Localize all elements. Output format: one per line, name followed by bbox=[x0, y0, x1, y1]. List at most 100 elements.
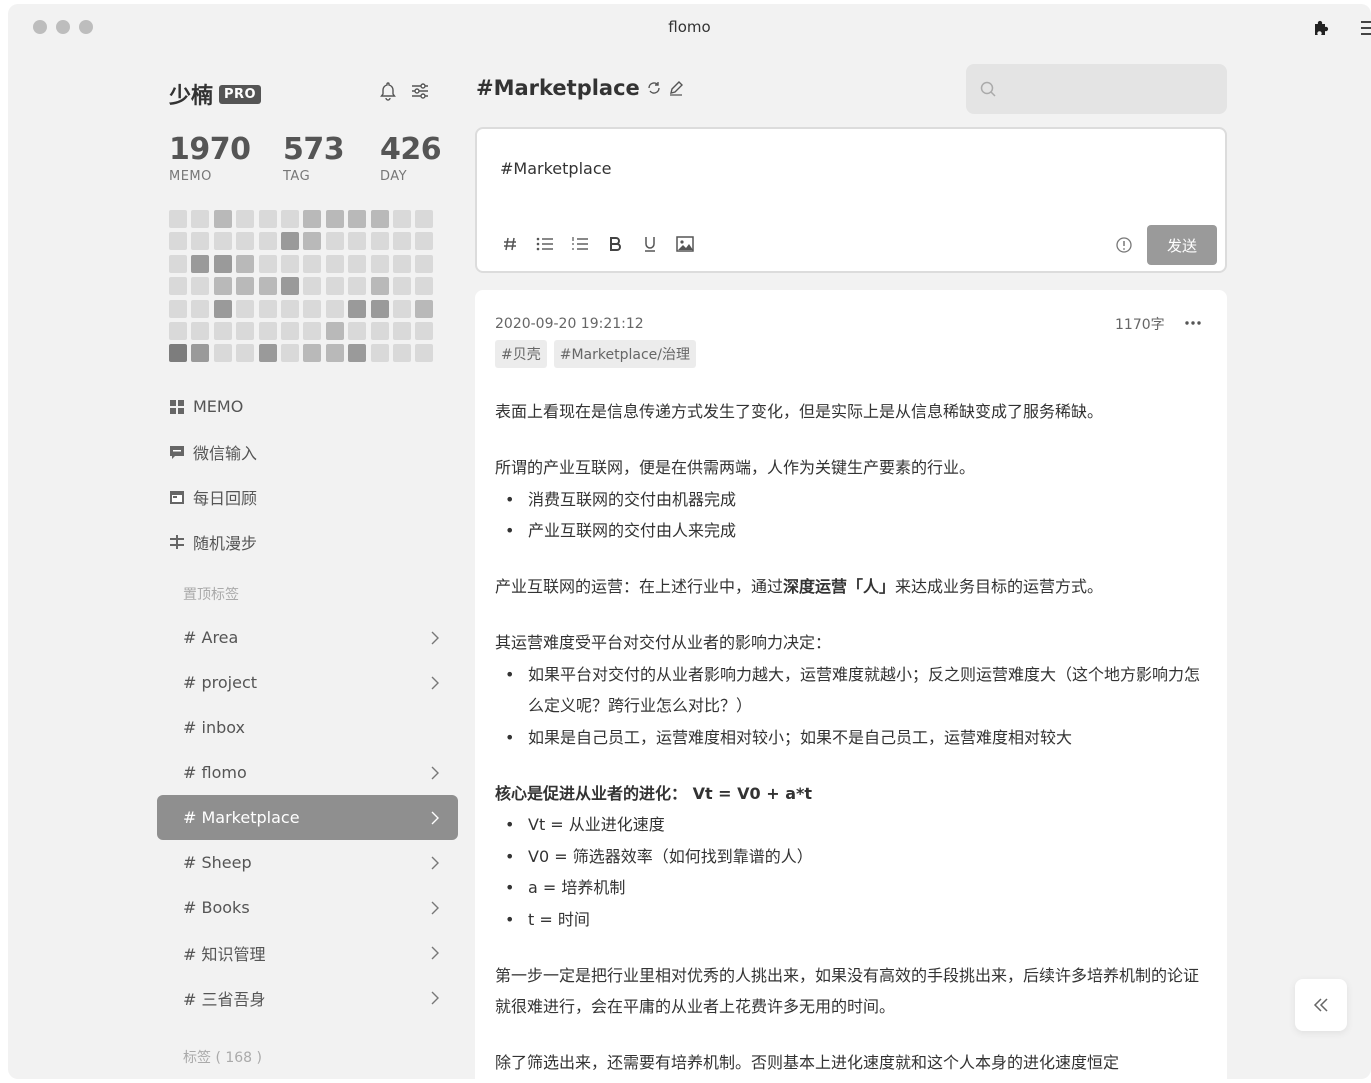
heatmap-cell[interactable] bbox=[392, 232, 411, 251]
heatmap-cell[interactable] bbox=[213, 254, 232, 273]
heatmap-cell[interactable] bbox=[213, 277, 232, 296]
heatmap-cell[interactable] bbox=[236, 344, 255, 363]
heatmap-cell[interactable] bbox=[415, 210, 434, 228]
heatmap-cell[interactable] bbox=[258, 210, 277, 228]
heatmap-cell[interactable] bbox=[325, 321, 344, 340]
heatmap-cell[interactable] bbox=[280, 254, 299, 273]
memo-editor[interactable]: #Marketplace 发送 bbox=[475, 127, 1227, 273]
heatmap-cell[interactable] bbox=[303, 321, 322, 340]
heatmap-cell[interactable] bbox=[348, 277, 367, 296]
heatmap-cell[interactable] bbox=[213, 210, 232, 228]
underline-button[interactable] bbox=[639, 233, 661, 255]
heatmap-cell[interactable] bbox=[303, 232, 322, 251]
heatmap-cell[interactable] bbox=[213, 321, 232, 340]
heatmap-cell[interactable] bbox=[348, 232, 367, 251]
heatmap-cell[interactable] bbox=[169, 277, 187, 296]
tag-item[interactable]: # Area bbox=[157, 615, 458, 660]
heatmap-cell[interactable] bbox=[213, 344, 232, 363]
nav-item-random-walk[interactable]: 随机漫步 bbox=[169, 519, 449, 564]
tag-item[interactable]: # Sheep bbox=[157, 840, 458, 885]
numbered-list-button[interactable] bbox=[569, 233, 591, 255]
heatmap-cell[interactable] bbox=[392, 299, 411, 318]
bullet-list-button[interactable] bbox=[534, 233, 556, 255]
heatmap-cell[interactable] bbox=[236, 321, 255, 340]
heatmap-cell[interactable] bbox=[213, 232, 232, 251]
memo-tag[interactable]: #Marketplace/治理 bbox=[553, 340, 696, 368]
edit-pencil-icon[interactable] bbox=[668, 80, 684, 96]
heatmap-cell[interactable] bbox=[415, 344, 434, 363]
user-header[interactable]: 少楠 PRO bbox=[169, 78, 262, 110]
heatmap-cell[interactable] bbox=[370, 321, 389, 340]
search-input[interactable] bbox=[1006, 74, 1216, 104]
heatmap-cell[interactable] bbox=[370, 254, 389, 273]
chevron-right-icon[interactable] bbox=[430, 675, 440, 691]
heatmap-cell[interactable] bbox=[370, 344, 389, 363]
extension-puzzle-icon[interactable] bbox=[1311, 18, 1331, 38]
tag-item[interactable]: # Books bbox=[157, 885, 458, 930]
memo-timestamp[interactable]: 2020-09-20 19:21:12 bbox=[495, 316, 644, 332]
heatmap-cell[interactable] bbox=[325, 210, 344, 228]
heatmap-cell[interactable] bbox=[348, 299, 367, 318]
heatmap-cell[interactable] bbox=[280, 344, 299, 363]
heatmap-cell[interactable] bbox=[370, 277, 389, 296]
heatmap-cell[interactable] bbox=[169, 299, 187, 318]
chevron-right-icon[interactable] bbox=[430, 630, 440, 646]
image-button[interactable] bbox=[674, 233, 696, 255]
heatmap-cell[interactable] bbox=[236, 254, 255, 273]
tag-item[interactable]: # project bbox=[157, 660, 458, 705]
heatmap-cell[interactable] bbox=[191, 344, 210, 363]
heatmap-cell[interactable] bbox=[280, 210, 299, 228]
heatmap-cell[interactable] bbox=[348, 321, 367, 340]
send-button[interactable]: 发送 bbox=[1147, 225, 1217, 265]
heatmap-cell[interactable] bbox=[169, 344, 187, 363]
heatmap-cell[interactable] bbox=[392, 321, 411, 340]
heatmap-cell[interactable] bbox=[325, 344, 344, 363]
heatmap-cell[interactable] bbox=[258, 344, 277, 363]
heatmap-cell[interactable] bbox=[213, 299, 232, 318]
heatmap-cell[interactable] bbox=[191, 277, 210, 296]
chevron-right-icon[interactable] bbox=[430, 810, 440, 826]
hash-tag-button[interactable] bbox=[499, 233, 521, 255]
heatmap-cell[interactable] bbox=[236, 210, 255, 228]
heatmap-cell[interactable] bbox=[348, 254, 367, 273]
search-box[interactable] bbox=[966, 64, 1227, 114]
heatmap-cell[interactable] bbox=[370, 232, 389, 251]
heatmap-cell[interactable] bbox=[303, 299, 322, 318]
heatmap-cell[interactable] bbox=[325, 254, 344, 273]
heatmap-cell[interactable] bbox=[392, 254, 411, 273]
heatmap-cell[interactable] bbox=[415, 232, 434, 251]
tag-item[interactable]: # Marketplace bbox=[157, 795, 458, 840]
heatmap-cell[interactable] bbox=[348, 210, 367, 228]
heatmap-cell[interactable] bbox=[325, 299, 344, 318]
refresh-icon[interactable] bbox=[646, 80, 662, 96]
heatmap-cell[interactable] bbox=[303, 344, 322, 363]
heatmap-cell[interactable] bbox=[392, 277, 411, 296]
heatmap-cell[interactable] bbox=[280, 321, 299, 340]
heatmap-cell[interactable] bbox=[415, 254, 434, 273]
collapse-panel-button[interactable] bbox=[1295, 979, 1347, 1031]
tag-item[interactable]: # flomo bbox=[157, 750, 458, 795]
heatmap-cell[interactable] bbox=[280, 277, 299, 296]
heatmap-cell[interactable] bbox=[191, 210, 210, 228]
tag-item[interactable]: # 知识管理 bbox=[157, 930, 458, 975]
nav-item-memo[interactable]: MEMO bbox=[169, 384, 449, 429]
heatmap-cell[interactable] bbox=[303, 210, 322, 228]
menu-icon[interactable] bbox=[1361, 18, 1371, 38]
heatmap-cell[interactable] bbox=[392, 210, 411, 228]
chevron-right-icon[interactable] bbox=[430, 765, 440, 781]
heatmap-cell[interactable] bbox=[169, 254, 187, 273]
heatmap-cell[interactable] bbox=[191, 232, 210, 251]
heatmap-cell[interactable] bbox=[258, 254, 277, 273]
nav-item-wechat[interactable]: 微信输入 bbox=[169, 429, 449, 474]
heatmap-cell[interactable] bbox=[258, 277, 277, 296]
heatmap-cell[interactable] bbox=[325, 277, 344, 296]
heatmap-cell[interactable] bbox=[258, 321, 277, 340]
bell-icon[interactable] bbox=[377, 80, 399, 102]
heatmap-cell[interactable] bbox=[392, 344, 411, 363]
heatmap-cell[interactable] bbox=[191, 321, 210, 340]
heatmap-cell[interactable] bbox=[236, 232, 255, 251]
heatmap-cell[interactable] bbox=[303, 277, 322, 296]
heatmap-cell[interactable] bbox=[280, 299, 299, 318]
chevron-right-icon[interactable] bbox=[430, 900, 440, 916]
more-options-icon[interactable] bbox=[1183, 314, 1203, 332]
